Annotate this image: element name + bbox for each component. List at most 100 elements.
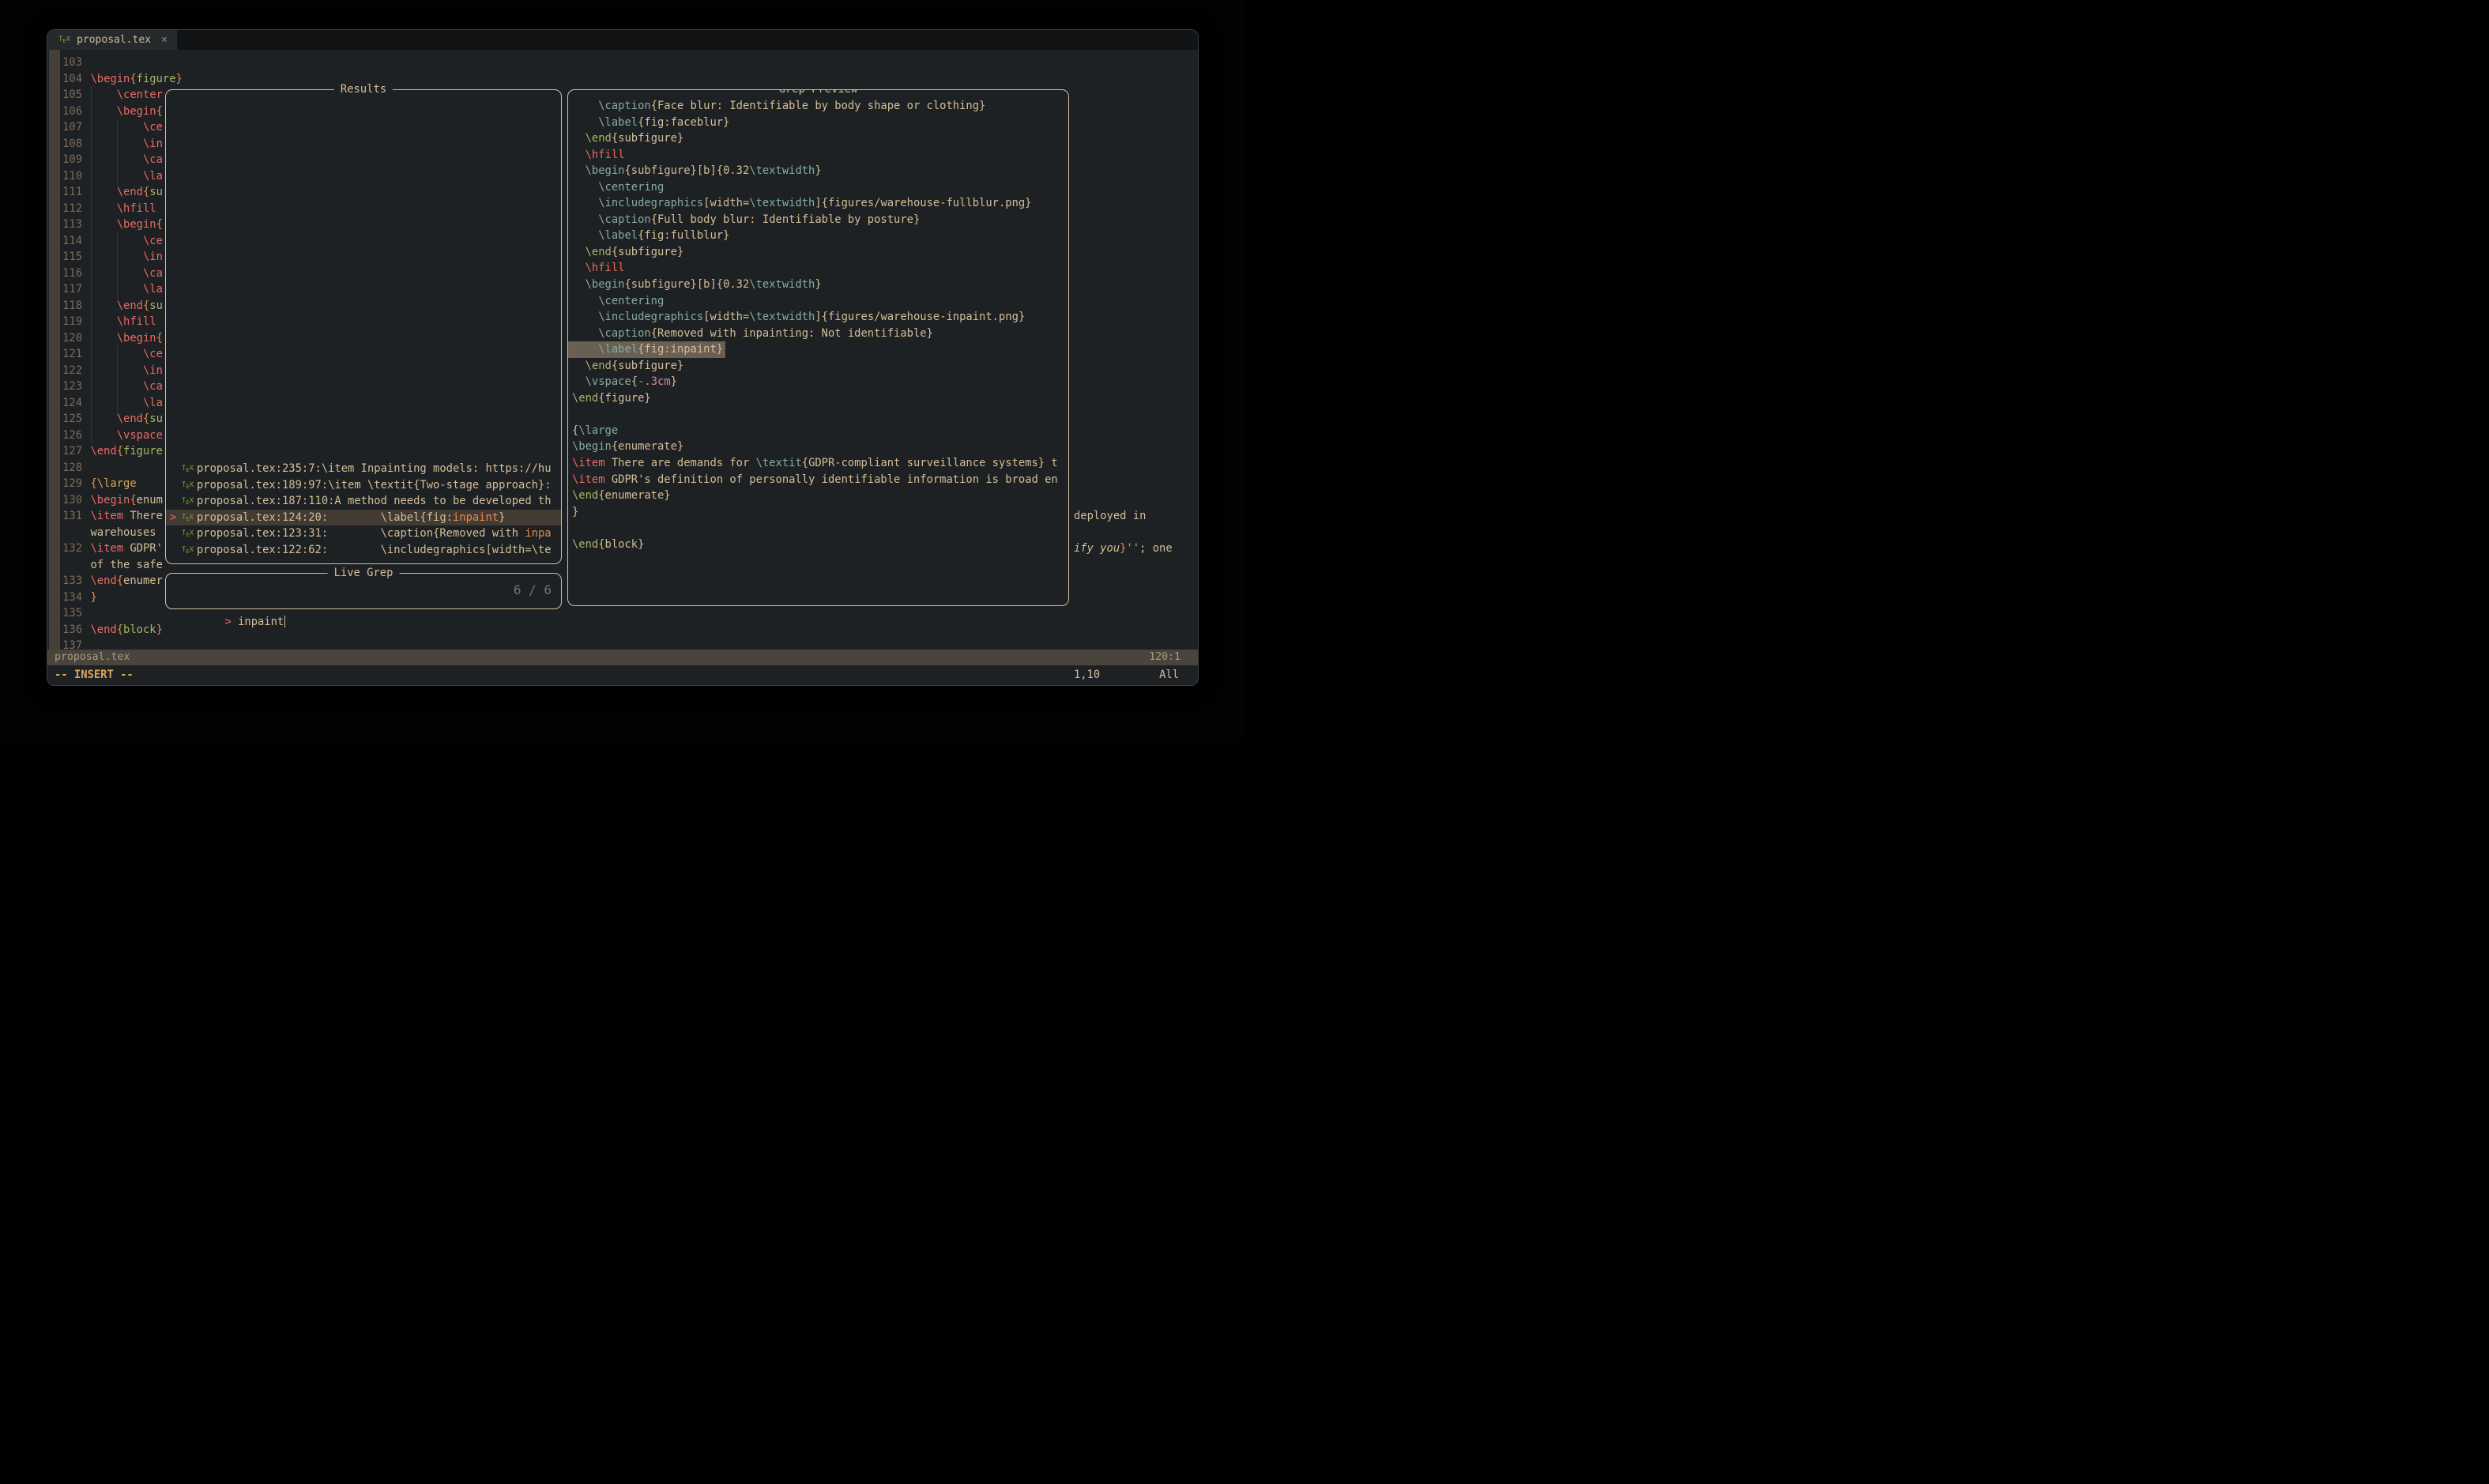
indent-guide xyxy=(117,119,118,137)
result-item[interactable]: >TEXproposal.tex:122:62: \includegraphic… xyxy=(166,542,561,559)
prompt-caret-icon: > xyxy=(224,616,231,628)
line-number: 124 xyxy=(47,395,82,412)
indent-guide xyxy=(91,410,92,428)
indent-guide xyxy=(117,151,118,169)
tex-filetype-icon: TEX xyxy=(58,36,70,44)
preview-line: \end{subfigure} xyxy=(568,358,1068,375)
indent-guide xyxy=(91,330,92,348)
line-number: 105 xyxy=(47,87,82,104)
indent-guide xyxy=(91,362,92,380)
preview-line: \item There are demands for \textit{GDPR… xyxy=(568,455,1068,472)
tab-title: proposal.tex xyxy=(77,34,151,46)
line-number: 132 xyxy=(47,540,82,557)
preview-line: \begin{enumerate} xyxy=(568,439,1068,455)
results-window: Results >TEXproposal.tex:235:7:\item Inp… xyxy=(165,89,562,564)
line-number: 114 xyxy=(47,233,82,250)
command-line: -- INSERT -- 1,10 All xyxy=(47,665,1198,684)
preview-line: \end{figure} xyxy=(568,390,1068,407)
indent-guide xyxy=(91,216,92,234)
preview-line: \item GDPR's definition of personally id… xyxy=(568,472,1068,488)
grep-preview-window: Grep Preview \caption{Face blur: Identif… xyxy=(567,89,1069,606)
tex-filetype-icon: TEX xyxy=(182,525,194,542)
editor-line-tail: ify you}''; one xyxy=(1074,540,1173,557)
indent-guide xyxy=(91,427,92,445)
tab-proposal-tex[interactable]: TEX proposal.tex × xyxy=(47,30,177,50)
indent-guide xyxy=(91,183,92,202)
line-number: 128 xyxy=(47,460,82,476)
preview-line: \end{subfigure} xyxy=(568,244,1068,261)
live-grep-window: Live Grep > inpaint 6 / 6 xyxy=(165,573,562,609)
indent-guide xyxy=(91,103,92,121)
live-grep-input[interactable]: > inpaint xyxy=(166,574,561,608)
indent-guide xyxy=(117,168,118,186)
tex-filetype-icon: TEX xyxy=(182,477,194,494)
text-cursor xyxy=(284,616,286,627)
line-number: 108 xyxy=(47,136,82,153)
line-number: 116 xyxy=(47,266,82,282)
indent-guide xyxy=(117,378,118,396)
preview-line xyxy=(568,520,1068,537)
preview-line: \includegraphics[width=\textwidth]{figur… xyxy=(568,195,1068,212)
result-item[interactable]: >TEXproposal.tex:187:110:A method needs … xyxy=(166,493,561,510)
preview-line: \vspace{-.3cm} xyxy=(568,374,1068,390)
preview-line: \end{block} xyxy=(568,537,1068,553)
line-number: 130 xyxy=(47,492,82,509)
terminal-window: TEX proposal.tex × 103104\begin{figure}1… xyxy=(47,29,1199,686)
result-item-selected[interactable]: >TEXproposal.tex:124:20: \label{fig:inpa… xyxy=(166,510,561,526)
indent-guide xyxy=(117,248,118,266)
line-number: 106 xyxy=(47,104,82,120)
indent-guide xyxy=(117,135,118,153)
indent-guide xyxy=(91,378,92,396)
line-number: 110 xyxy=(47,168,82,185)
line-number: 104 xyxy=(47,71,82,88)
preview-line: \label{fig:faceblur} xyxy=(568,115,1068,131)
line-number: 135 xyxy=(47,605,82,622)
results-list: >TEXproposal.tex:235:7:\item Inpainting … xyxy=(166,461,561,558)
editor-line-tail: deployed in xyxy=(1074,508,1146,525)
indent-guide xyxy=(91,200,92,218)
tabline: TEX proposal.tex × xyxy=(47,30,1198,50)
indent-guide xyxy=(91,313,92,331)
indent-guide xyxy=(91,151,92,169)
preview-line: {\large xyxy=(568,423,1068,439)
line-number: 123 xyxy=(47,379,82,395)
match-counter: 6 / 6 xyxy=(514,574,552,606)
results-window-title: Results xyxy=(334,82,393,97)
editor-line[interactable]: 104\begin{figure} xyxy=(47,71,1198,88)
preview-line: \centering xyxy=(568,179,1068,196)
tab-close-icon[interactable]: × xyxy=(161,34,168,46)
preview-line: \label{fig:fullblur} xyxy=(568,228,1068,244)
line-number: 119 xyxy=(47,314,82,330)
preview-line: \centering xyxy=(568,293,1068,310)
scroll-indicator: All xyxy=(1159,665,1179,684)
line-number: 115 xyxy=(47,249,82,266)
line-number: 109 xyxy=(47,152,82,168)
line-number: 113 xyxy=(47,217,82,233)
preview-line: \caption{Removed with inpainting: Not id… xyxy=(568,326,1068,342)
indent-guide xyxy=(91,265,92,283)
result-item[interactable]: >TEXproposal.tex:123:31: \caption{Remove… xyxy=(166,525,561,542)
result-item[interactable]: >TEXproposal.tex:189:97:\item \textit{Tw… xyxy=(166,477,561,494)
indent-guide xyxy=(91,297,92,315)
statusline-position: 120:1 xyxy=(1149,650,1180,665)
line-number: 125 xyxy=(47,411,82,427)
mode-indicator: -- INSERT -- xyxy=(55,665,134,684)
line-number: 131 xyxy=(47,508,82,525)
preview-line: \caption{Full body blur: Identifiable by… xyxy=(568,212,1068,228)
indent-guide xyxy=(91,281,92,299)
line-number: 117 xyxy=(47,281,82,298)
indent-guide xyxy=(91,248,92,266)
statusline-filename: proposal.tex xyxy=(55,651,130,663)
indent-guide xyxy=(91,232,92,250)
line-number: 112 xyxy=(47,201,82,217)
preview-line: \hfill xyxy=(568,147,1068,164)
statusline: proposal.tex 120:1 xyxy=(47,650,1198,665)
result-item[interactable]: >TEXproposal.tex:235:7:\item Inpainting … xyxy=(166,461,561,477)
indent-guide xyxy=(117,265,118,283)
preview-line-highlighted: \label{fig:inpaint} xyxy=(568,341,1068,358)
indent-guide xyxy=(91,394,92,412)
line-number: 133 xyxy=(47,573,82,589)
editor-line[interactable]: 103 xyxy=(47,55,1198,71)
indent-guide xyxy=(91,119,92,137)
indent-guide xyxy=(117,362,118,380)
